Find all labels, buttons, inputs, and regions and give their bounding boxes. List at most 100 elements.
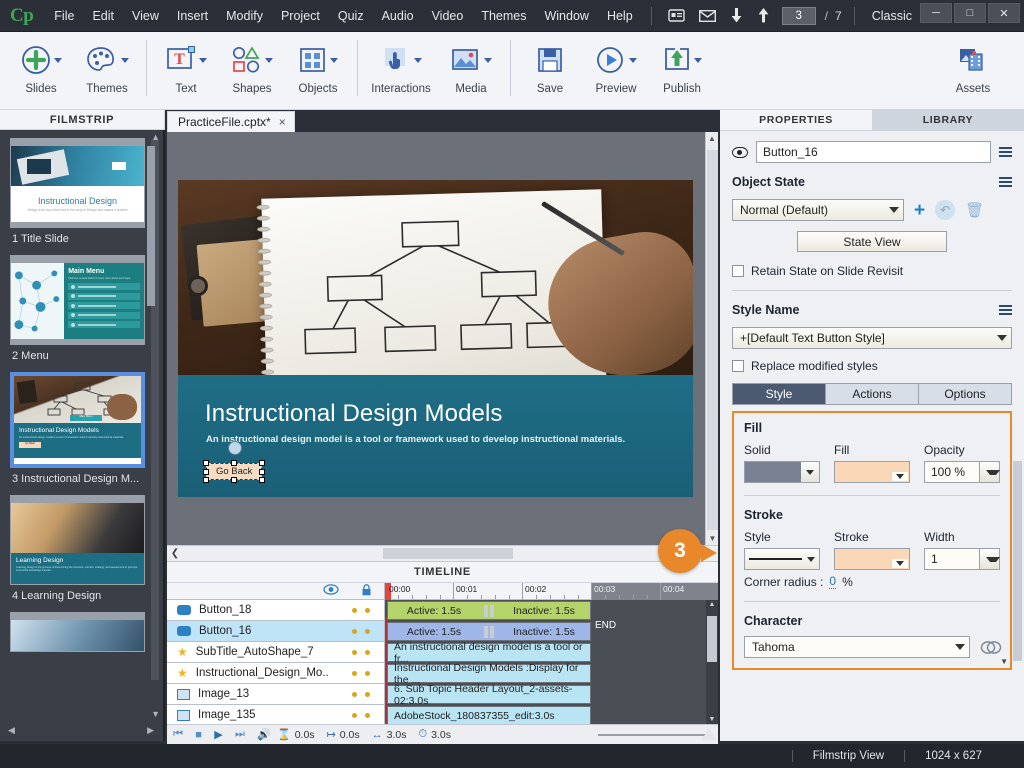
slide-title[interactable]: Instructional Design Models (205, 400, 693, 428)
state-view-button[interactable]: State View (797, 231, 947, 252)
go-back-button[interactable]: Go Back (203, 460, 266, 483)
visibility-dot[interactable] (352, 607, 357, 613)
filmstrip-scroll-thumb[interactable] (147, 146, 155, 306)
tab-properties[interactable]: PROPERTIES (720, 110, 872, 131)
stage-vertical-scrollbar[interactable]: ▲ ▼ (705, 132, 718, 545)
state-menu-icon[interactable] (999, 177, 1012, 187)
filmstrip-slide-1[interactable]: Instructional Design Design is the soul … (10, 138, 145, 245)
workspace-layout-label[interactable]: Classic (864, 9, 915, 23)
zoom-knob[interactable] (702, 726, 716, 740)
timeline-ruler[interactable]: 00:00 00:01 00:02 00:03 00:04 (385, 583, 718, 600)
lock-dot[interactable] (365, 670, 370, 676)
replace-styles-row[interactable]: Replace modified styles (732, 359, 1012, 373)
menu-help[interactable]: Help (598, 3, 642, 29)
table-row[interactable]: Image_13 (167, 684, 384, 705)
chevron-down-icon[interactable] (979, 462, 1000, 482)
chevron-down-icon[interactable] (693, 57, 702, 63)
properties-scrollbar[interactable] (1013, 461, 1022, 661)
chevron-down-icon[interactable] (892, 559, 908, 568)
table-row[interactable]: ★ SubTitle_AutoShape_7 (167, 642, 384, 663)
visibility-dot[interactable] (352, 670, 357, 676)
toolbar-save[interactable]: Save (517, 32, 583, 106)
timeline-zoom-slider[interactable] (598, 726, 718, 741)
chevron-down-icon[interactable] (628, 57, 637, 63)
timeline-transport[interactable]: ⏮ ■ ▶ ⏭ 🔊 (167, 728, 277, 741)
menu-quiz[interactable]: Quiz (329, 3, 373, 29)
panel-scroll-down-icon[interactable]: ▼ (1000, 657, 1008, 666)
chevron-down-icon[interactable] (120, 57, 129, 63)
retain-state-row[interactable]: Retain State on Slide Revisit (732, 264, 1012, 278)
lock-dot[interactable] (365, 691, 370, 697)
toolbar-slides[interactable]: Slides (8, 32, 74, 106)
filmstrip-h-scrollbar[interactable]: ◀ ▶ (8, 725, 154, 735)
resize-handle-nw[interactable] (203, 460, 209, 466)
tab-style[interactable]: Style (733, 384, 826, 404)
resize-handle-se[interactable] (259, 477, 266, 483)
scroll-left-icon[interactable]: ❮ (167, 548, 183, 559)
chevron-down-icon[interactable] (979, 549, 1000, 569)
resize-handle-sw[interactable] (203, 477, 209, 483)
stage-scroll-thumb[interactable] (707, 150, 718, 530)
skip-back-icon[interactable]: ⏮ (173, 728, 183, 741)
timeline-bar-subtitle[interactable]: An instructional design model is a tool … (387, 641, 591, 665)
scroll-up-icon[interactable]: ▲ (706, 600, 718, 608)
stroke-width-input[interactable]: 1 (924, 548, 1000, 570)
menu-window[interactable]: Window (535, 3, 597, 29)
resize-handle-e[interactable] (259, 468, 266, 475)
table-row[interactable]: Image_135 (167, 705, 384, 726)
table-row[interactable]: ★ Instructional_Design_Mo.. (167, 663, 384, 684)
retain-state-checkbox[interactable] (732, 265, 744, 277)
visibility-dot[interactable] (352, 649, 357, 655)
resize-handle-w[interactable] (203, 468, 209, 475)
menu-audio[interactable]: Audio (373, 3, 423, 29)
timeline-bar-image-135[interactable]: AdobeStock_180837355_edit:3.0s (387, 706, 591, 724)
resize-handle-n[interactable] (231, 460, 238, 466)
scroll-up-icon[interactable]: ▲ (151, 132, 160, 142)
visibility-dot[interactable] (352, 691, 357, 697)
timeline-vertical-scrollbar[interactable]: ▲ ▼ (706, 600, 718, 724)
chevron-down-icon[interactable] (53, 57, 62, 63)
toolbar-text[interactable]: T Text (153, 32, 219, 106)
toolbar-media[interactable]: Media (438, 32, 504, 106)
table-row[interactable]: Button_16 (167, 621, 384, 642)
style-menu-icon[interactable] (999, 305, 1012, 315)
audio-icon[interactable]: 🔊 (257, 728, 271, 741)
slide-thumbnail[interactable]: Main Menu Instructional Design Models An… (10, 372, 145, 468)
filmstrip-slide-3[interactable]: Main Menu Instructional Design Models An… (10, 372, 145, 485)
slide-thumbnail[interactable] (10, 612, 145, 652)
slide-thumbnail[interactable]: Instructional Design Design is the soul … (10, 138, 145, 228)
chevron-down-icon[interactable] (264, 57, 273, 63)
lock-dot[interactable] (365, 649, 370, 655)
object-state-select[interactable]: Normal (Default) (732, 199, 904, 221)
font-family-select[interactable]: Tahoma (744, 636, 970, 658)
toolbar-themes[interactable]: Themes (74, 32, 140, 106)
mail-icon[interactable] (692, 8, 723, 24)
chevron-down-icon[interactable] (198, 57, 207, 63)
pause-marker-icon[interactable] (480, 625, 498, 638)
fill-type-select[interactable] (744, 461, 820, 483)
h-scroll-thumb[interactable] (383, 548, 513, 559)
view-mode-label[interactable]: Filmstrip View (791, 750, 904, 762)
slide-number-input[interactable]: 3 (781, 6, 816, 25)
scroll-down-icon[interactable]: ▼ (151, 709, 160, 719)
arrow-down-icon[interactable] (723, 6, 750, 25)
replace-styles-checkbox[interactable] (732, 360, 744, 372)
eye-icon[interactable] (732, 146, 748, 158)
delete-state-icon[interactable]: 🗑 (965, 201, 984, 219)
arrow-up-icon[interactable] (750, 6, 777, 25)
chevron-down-icon[interactable] (889, 207, 899, 213)
opacity-input[interactable]: 100 % (924, 461, 1000, 483)
slide-thumbnail[interactable]: Learning Design Learning design is the p… (10, 495, 145, 585)
stroke-color-swatch[interactable] (834, 548, 910, 570)
timeline-track-area[interactable]: 00:00 00:01 00:02 00:03 00:04 END Active… (385, 583, 718, 724)
minimize-button[interactable]: ─ (920, 3, 952, 23)
timeline-scroll-thumb[interactable] (707, 616, 717, 662)
toolbar-shapes[interactable]: Shapes (219, 32, 285, 106)
object-name-input[interactable]: Button_16 (756, 141, 991, 163)
timeline-bar-title[interactable]: Instructional Design Models :Display for… (387, 662, 591, 686)
chevron-down-icon[interactable] (892, 472, 908, 481)
chevron-down-icon[interactable] (329, 57, 338, 63)
play-icon[interactable]: ▶ (214, 728, 222, 741)
object-menu-icon[interactable] (999, 147, 1012, 157)
menu-project[interactable]: Project (272, 3, 329, 29)
